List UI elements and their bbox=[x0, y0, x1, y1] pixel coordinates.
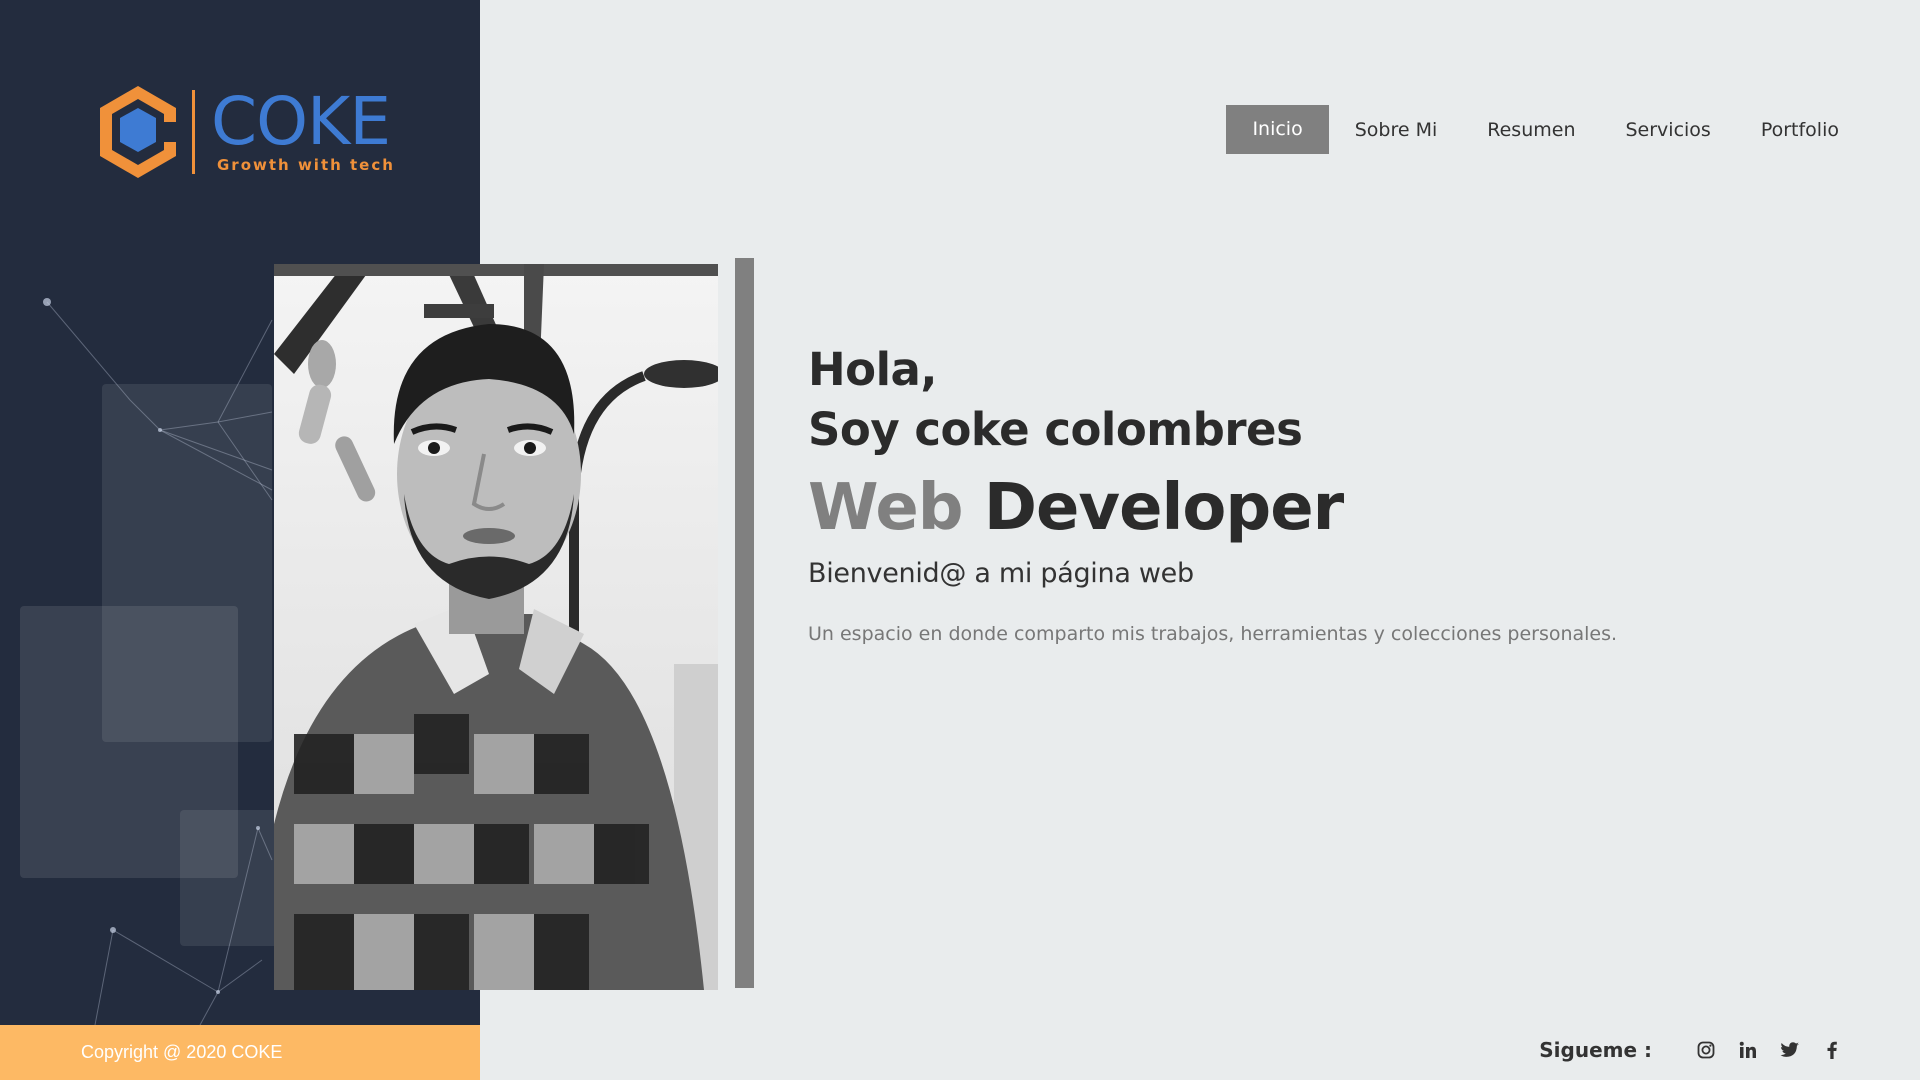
brand-logo[interactable]: COKE Growth with tech bbox=[92, 80, 395, 184]
role-word-1: Web bbox=[808, 471, 964, 545]
social-links: Sigueme : bbox=[1539, 1038, 1842, 1062]
twitter-icon[interactable] bbox=[1780, 1040, 1800, 1060]
logo-text: COKE Growth with tech bbox=[211, 83, 395, 175]
nav-item-portfolio[interactable]: Portfolio bbox=[1736, 107, 1920, 153]
role-title: Web Developer bbox=[808, 472, 1617, 544]
hexagon-logo-icon bbox=[100, 86, 176, 178]
nav-item-resumen[interactable]: Resumen bbox=[1462, 107, 1600, 153]
page: COKE Growth with tech Copyright @ 2020 C… bbox=[0, 0, 1920, 1080]
hero-section: Hola, Soy coke colombres Web Developer B… bbox=[808, 340, 1617, 645]
logo-divider bbox=[192, 90, 195, 174]
linkedin-icon[interactable] bbox=[1738, 1040, 1758, 1060]
photo-accent-bar bbox=[735, 258, 754, 988]
role-word-2: Developer bbox=[983, 471, 1344, 545]
social-label: Sigueme : bbox=[1539, 1038, 1652, 1062]
main-nav: Inicio Sobre Mi Resumen Servicios Portfo… bbox=[1226, 105, 1920, 154]
greeting-line-1: Hola, bbox=[808, 343, 937, 396]
description-text: Un espacio en donde comparto mis trabajo… bbox=[808, 623, 1618, 645]
profile-photo bbox=[274, 264, 718, 990]
instagram-icon[interactable] bbox=[1696, 1040, 1716, 1060]
brand-name: COKE bbox=[211, 83, 391, 160]
facebook-icon[interactable] bbox=[1822, 1040, 1842, 1060]
copyright-bar: Copyright @ 2020 COKE bbox=[0, 1025, 480, 1080]
nav-item-sobre-mi[interactable]: Sobre Mi bbox=[1330, 107, 1463, 153]
welcome-text: Bienvenid@ a mi página web bbox=[808, 558, 1194, 589]
greeting-line-2: Soy coke colombres bbox=[808, 403, 1303, 456]
profile-photo-image bbox=[274, 264, 718, 990]
nav-item-inicio[interactable]: Inicio bbox=[1226, 105, 1329, 154]
brand-tagline: Growth with tech bbox=[217, 156, 395, 174]
copyright-text: Copyright @ 2020 COKE bbox=[81, 1042, 283, 1062]
nav-item-servicios[interactable]: Servicios bbox=[1600, 107, 1735, 153]
